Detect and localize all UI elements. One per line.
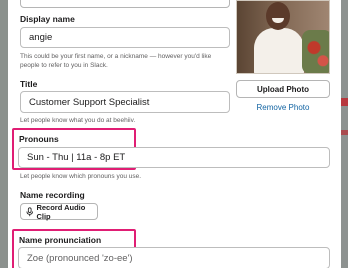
pronouns-input[interactable]: Sun - Thu | 11a - 8p ET [18, 147, 330, 168]
display-name-value: angie [29, 32, 53, 43]
record-audio-label: Record Audio Clip [36, 202, 86, 221]
backdrop-left [0, 0, 8, 268]
full-name-input[interactable] [20, 0, 230, 8]
backdrop-right [341, 0, 348, 268]
display-name-hint: This could be your first name, or a nick… [20, 53, 212, 69]
pronouns-value: Sun - Thu | 11a - 8p ET [27, 152, 126, 163]
display-name-input[interactable]: angie [20, 27, 230, 48]
microphone-icon [26, 206, 33, 216]
name-pronunciation-input[interactable]: Zoe (pronounced 'zo-ee') [18, 247, 330, 268]
pronouns-hint: Let people know which pronouns you use. [20, 173, 142, 180]
name-pronunciation-label: Name pronunciation [19, 235, 102, 245]
title-value: Customer Support Specialist [29, 96, 150, 108]
display-name-label: Display name [20, 14, 75, 24]
record-audio-button[interactable]: Record Audio Clip [20, 202, 98, 221]
edit-profile-panel: Display name angie This could be your fi… [8, 0, 341, 268]
upload-photo-button[interactable]: Upload Photo [236, 80, 330, 98]
pronouns-label: Pronouns [19, 134, 59, 144]
name-pronunciation-placeholder: Zoe (pronounced 'zo-ee') [27, 252, 133, 264]
title-hint: Let people know what you do at beehiiv. [20, 117, 136, 124]
backdrop-stripe [341, 130, 348, 135]
remove-photo-link[interactable]: Remove Photo [236, 103, 330, 112]
profile-photo [236, 0, 330, 74]
title-label: Title [20, 79, 38, 89]
title-input[interactable]: Customer Support Specialist [20, 91, 230, 113]
backdrop-stripe [341, 98, 348, 106]
name-recording-label: Name recording [20, 190, 85, 200]
